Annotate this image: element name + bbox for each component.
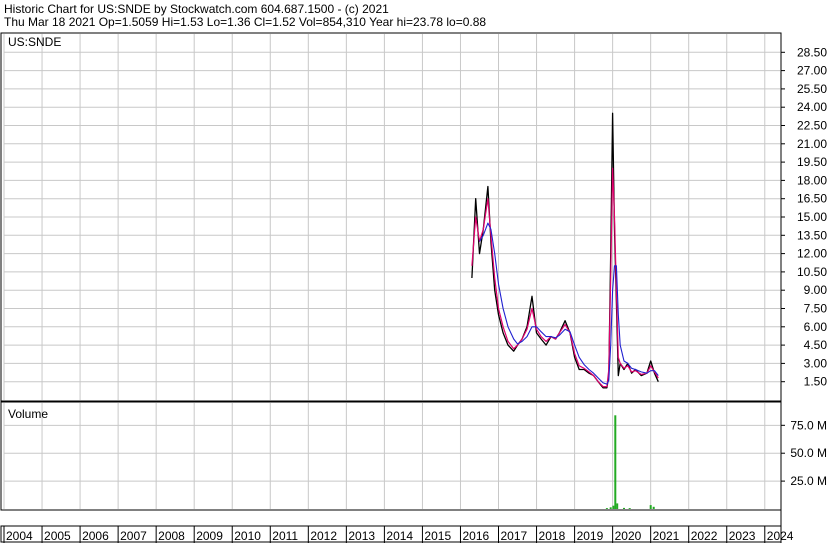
- price-tick-label: 3.00: [804, 356, 828, 370]
- year-tick-label: 2006: [82, 529, 109, 543]
- volume-tick-label: 50.0 M: [790, 446, 827, 460]
- volume-tick-label: 25.0 M: [790, 474, 827, 488]
- year-tick-label: 2009: [196, 529, 223, 543]
- price-tick-label: 12.00: [797, 247, 827, 261]
- year-tick-label: 2018: [539, 529, 566, 543]
- price-tick-label: 4.50: [804, 338, 828, 352]
- year-tick-label: 2015: [424, 529, 451, 543]
- price-tick-label: 13.50: [797, 228, 827, 242]
- price-tick-label: 27.00: [797, 64, 827, 78]
- volume-bar: [652, 506, 655, 509]
- year-tick-label: 2023: [729, 529, 756, 543]
- price-tick-label: 9.00: [804, 283, 828, 297]
- year-axis-ticks: 2004 2005 2006 2007 2008 2009 2010 2011 2012 2013…: [3, 526, 794, 543]
- volume-bar: [628, 508, 631, 509]
- volume-bar: [616, 503, 619, 509]
- year-tick-label: 2005: [44, 529, 71, 543]
- year-tick-label: 2008: [158, 529, 185, 543]
- price-tick-label: 21.00: [797, 137, 827, 151]
- year-tick-label: 2016: [462, 529, 489, 543]
- year-tick-label: 2012: [310, 529, 337, 543]
- year-tick-label: 2014: [386, 529, 413, 543]
- year-tick-label: 2011: [272, 529, 298, 543]
- price-panel-grid: [3, 34, 780, 400]
- price-tick-label: 7.50: [804, 302, 828, 316]
- price-tick-label: 6.00: [804, 320, 828, 334]
- price-tick-label: 24.00: [797, 100, 827, 114]
- volume-bar: [623, 507, 625, 509]
- price-tick-label: 10.50: [797, 265, 827, 279]
- year-tick-label: 2010: [234, 529, 261, 543]
- year-tick-label: 2022: [691, 529, 718, 543]
- price-tick-label: 25.50: [797, 82, 827, 96]
- year-tick-label: 2024: [767, 529, 794, 543]
- volume-bar: [649, 505, 652, 509]
- year-tick-label: 2021: [653, 529, 680, 543]
- price-panel-label: US:SNDE: [8, 35, 61, 49]
- volume-bar: [609, 507, 612, 509]
- price-tick-label: 15.00: [797, 210, 827, 224]
- chart-header-quote: Thu Mar 18 2021 Op=1.5059 Hi=1.53 Lo=1.3…: [4, 15, 486, 29]
- volume-bar: [612, 505, 615, 509]
- stock-chart: Historic Chart for US:SNDE by Stockwatch…: [0, 0, 830, 543]
- year-tick-label: 2020: [615, 529, 642, 543]
- volume-bar: [605, 508, 608, 509]
- volume-panel-label: Volume: [8, 407, 48, 421]
- year-tick-label: 2017: [501, 529, 528, 543]
- chart-header-title: Historic Chart for US:SNDE by Stockwatch…: [4, 2, 389, 16]
- price-tick-label: 1.50: [804, 375, 828, 389]
- year-tick-label: 2013: [348, 529, 375, 543]
- year-tick-label: 2004: [6, 529, 33, 543]
- volume-tick-label: 75.0 M: [790, 418, 827, 432]
- year-tick-label: 2019: [577, 529, 604, 543]
- price-tick-label: 22.50: [797, 119, 827, 133]
- year-tick-label: 2007: [120, 529, 147, 543]
- price-tick-label: 16.50: [797, 192, 827, 206]
- price-tick-label: 18.00: [797, 173, 827, 187]
- volume-bar: [614, 415, 617, 509]
- price-tick-label: 28.50: [797, 45, 827, 59]
- price-tick-label: 19.50: [797, 155, 827, 169]
